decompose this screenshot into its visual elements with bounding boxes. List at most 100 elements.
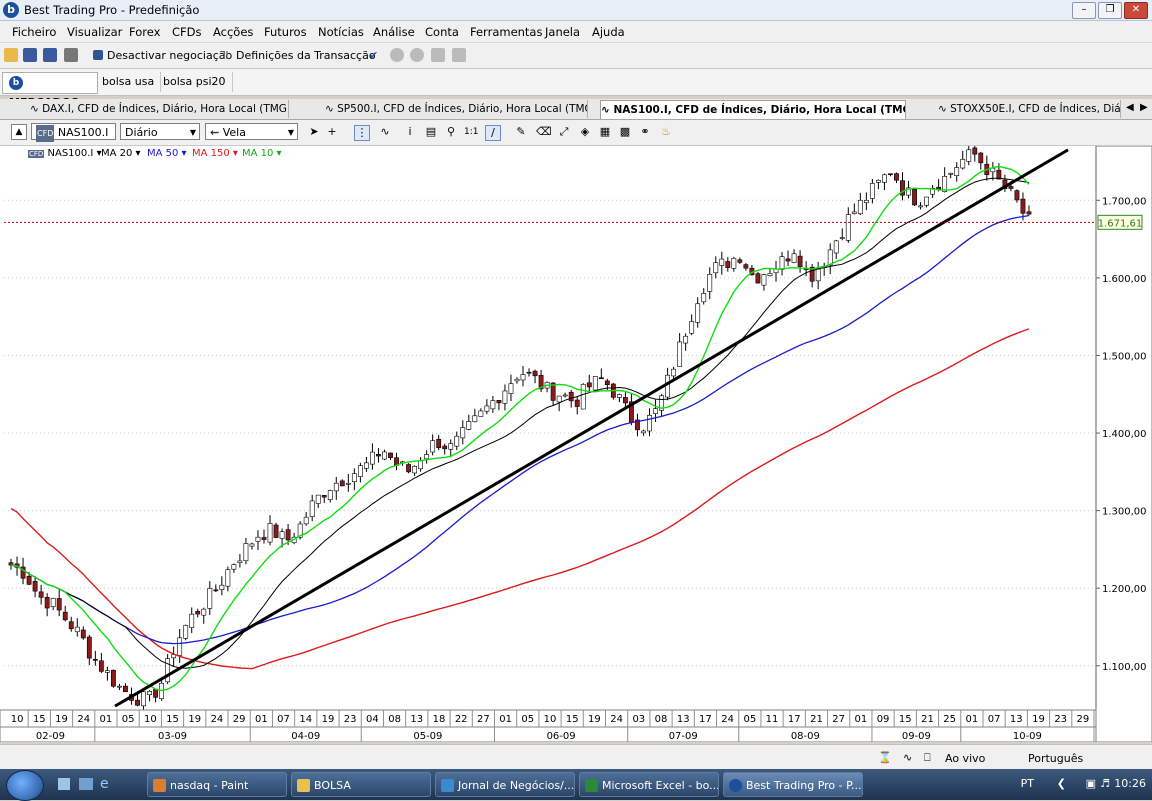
menu-analysis[interactable]: Análise — [373, 25, 415, 39]
menu-help[interactable]: Ajuda — [592, 25, 625, 39]
network-icon[interactable]: ▣ — [1086, 777, 1096, 790]
draw-icon[interactable]: ✎ — [514, 125, 528, 139]
explorer-icon[interactable] — [79, 778, 93, 790]
eraser-icon[interactable]: ⌫ — [536, 125, 552, 139]
clock[interactable]: 10:26 — [1114, 777, 1146, 790]
scroll-left-icon[interactable]: ◀ — [1126, 102, 1134, 113]
menu-view[interactable]: Visualizar — [67, 25, 122, 39]
legend-symbol[interactable]: CFD NAS100.I ▾ — [28, 148, 102, 159]
legend-symbol-label: NAS100.I — [47, 148, 94, 159]
task-browser-label: Jornal de Negócios/... — [458, 779, 575, 792]
start-button[interactable] — [6, 770, 44, 801]
tab-markets[interactable]: b MERCADOS — [2, 72, 98, 109]
x-tick-label: 27 — [832, 714, 845, 725]
refresh-icon[interactable] — [452, 48, 466, 62]
scroll-right-icon[interactable]: ▶ — [1140, 102, 1148, 113]
x-tick-label: 13 — [677, 714, 690, 725]
collapse-icon[interactable]: ▲ — [11, 124, 27, 140]
price-chart[interactable]: 1.700,00 1.600,00 1.500,00 1.400,00 1.300,00… — [0, 146, 1152, 742]
tab-bolsa-usa[interactable]: bolsa usa — [96, 72, 162, 92]
symbol-input[interactable]: CFD NAS100.I — [31, 123, 116, 142]
x-tick-label: 29 — [1077, 714, 1090, 725]
tab-chart-stoxx50e[interactable]: ∿ STOXX50E.I, CFD de Índices, Diário, H — [938, 100, 1121, 118]
tray-expand-icon[interactable]: ❮ — [1057, 777, 1066, 790]
tab-chart-nas100[interactable]: ∿ NAS100.I, CFD de Índices, Diário, Hora… — [600, 100, 906, 119]
layout-icon[interactable]: ▩ — [618, 125, 632, 139]
info-icon[interactable]: i — [403, 125, 417, 139]
back-icon[interactable] — [390, 48, 404, 62]
menu-futures[interactable]: Futuros — [264, 25, 307, 39]
grid-icon[interactable]: ⋮ — [354, 125, 370, 141]
tab-bolsa-psi20[interactable]: bolsa psi20 — [157, 72, 233, 92]
menu-forex[interactable]: Forex — [129, 25, 160, 39]
menu-tools[interactable]: Ferramentas — [470, 25, 542, 39]
x-tick-label: 19 — [55, 714, 68, 725]
x-tick-label: 17 — [788, 714, 801, 725]
legend-ma50[interactable]: MA 50 ▾ — [147, 148, 187, 159]
legend-ma20[interactable]: MA 20 ▾ — [101, 148, 141, 159]
trendline-tool-icon[interactable]: ∕ — [485, 125, 501, 141]
candle — [556, 395, 562, 403]
candle — [647, 415, 652, 432]
forward-icon[interactable] — [410, 48, 424, 62]
zoom-reset-icon[interactable]: 1:1 — [464, 125, 478, 139]
menu-account[interactable]: Conta — [425, 25, 459, 39]
volume-icon[interactable]: ♬ — [1100, 777, 1110, 790]
check-icon[interactable]: ✔ — [369, 49, 378, 62]
close-button[interactable]: ✕ — [1124, 2, 1148, 19]
candle — [98, 660, 104, 672]
candle — [490, 400, 496, 410]
minimize-button[interactable]: – — [1072, 2, 1096, 19]
candle — [719, 258, 725, 266]
print-icon[interactable] — [64, 48, 78, 62]
zoom-icon[interactable]: ⚲ — [444, 125, 458, 139]
period-select[interactable]: Diário ▼ — [120, 123, 200, 140]
menu-cfds[interactable]: CFDs — [172, 25, 202, 39]
task-excel[interactable]: Microsoft Excel - bo... — [579, 772, 719, 797]
objects-icon[interactable]: ◈ — [578, 125, 592, 139]
tab-chart-dax[interactable]: ∿ DAX.I, CFD de Índices, Diário, Hora Lo… — [30, 100, 289, 118]
menu-stocks[interactable]: Acções — [213, 25, 253, 39]
expand-icon[interactable]: ⤢ — [557, 125, 571, 139]
legend-ma150[interactable]: MA 150 ▾ — [192, 148, 238, 159]
task-browser[interactable]: Jornal de Negócios/... — [435, 772, 575, 797]
crosshair-icon[interactable]: + — [325, 125, 339, 139]
indicator-icon[interactable]: ∿ — [378, 125, 392, 139]
save-as-icon[interactable] — [43, 48, 57, 62]
chart-line-icon: ∿ — [601, 104, 614, 116]
candle — [472, 415, 478, 423]
chart-style-select[interactable]: ⇜ Vela ▼ — [205, 123, 298, 140]
legend-ma10[interactable]: MA 10 ▾ — [242, 148, 282, 159]
transaction-settings-button[interactable]: Definições da Transacção — [236, 49, 376, 62]
link-icon[interactable]: ⚭ — [638, 125, 652, 139]
task-paint[interactable]: nasdaq - Paint — [147, 772, 287, 797]
menu-window[interactable]: Janela — [545, 25, 580, 39]
home-icon[interactable] — [431, 48, 445, 62]
save-icon[interactable] — [23, 48, 37, 62]
ie-icon[interactable]: e — [100, 776, 109, 792]
input-language[interactable]: PT — [1021, 777, 1034, 790]
chart-area[interactable]: 1.700,00 1.600,00 1.500,00 1.400,00 1.300,00… — [0, 146, 1152, 742]
task-best-trading[interactable]: Best Trading Pro - P... — [723, 772, 863, 797]
properties-icon[interactable]: ▤ — [424, 125, 438, 139]
tab-chart-sp500[interactable]: ∿ SP500.I, CFD de Índices, Diário, Hora … — [325, 100, 588, 118]
task-best-trading-label: Best Trading Pro - P... — [746, 779, 862, 792]
show-desktop-icon[interactable] — [58, 778, 70, 790]
template-icon[interactable]: ▦ — [598, 125, 612, 139]
main-toolbar: Desactivar negociação ‼ Definições da Tr… — [0, 43, 1152, 69]
alert-bell-icon[interactable]: ♨ — [659, 125, 673, 139]
menu-news[interactable]: Notícias — [318, 25, 364, 39]
maximize-button[interactable]: ❐ — [1098, 2, 1122, 19]
candle — [1020, 198, 1026, 214]
deactivate-trading-button[interactable]: Desactivar negociação — [107, 49, 232, 62]
cursor-icon[interactable]: ➤ — [307, 125, 321, 139]
candle — [86, 636, 92, 659]
x-tick-label: 07 — [277, 714, 290, 725]
x-tick-label: 15 — [566, 714, 579, 725]
candle — [707, 274, 713, 292]
menu-file[interactable]: Ficheiro — [12, 25, 56, 39]
excel-icon — [585, 779, 598, 792]
task-bolsa[interactable]: BOLSA — [291, 772, 431, 797]
open-icon[interactable] — [4, 48, 18, 62]
cfd-icon: CFD — [36, 125, 55, 142]
